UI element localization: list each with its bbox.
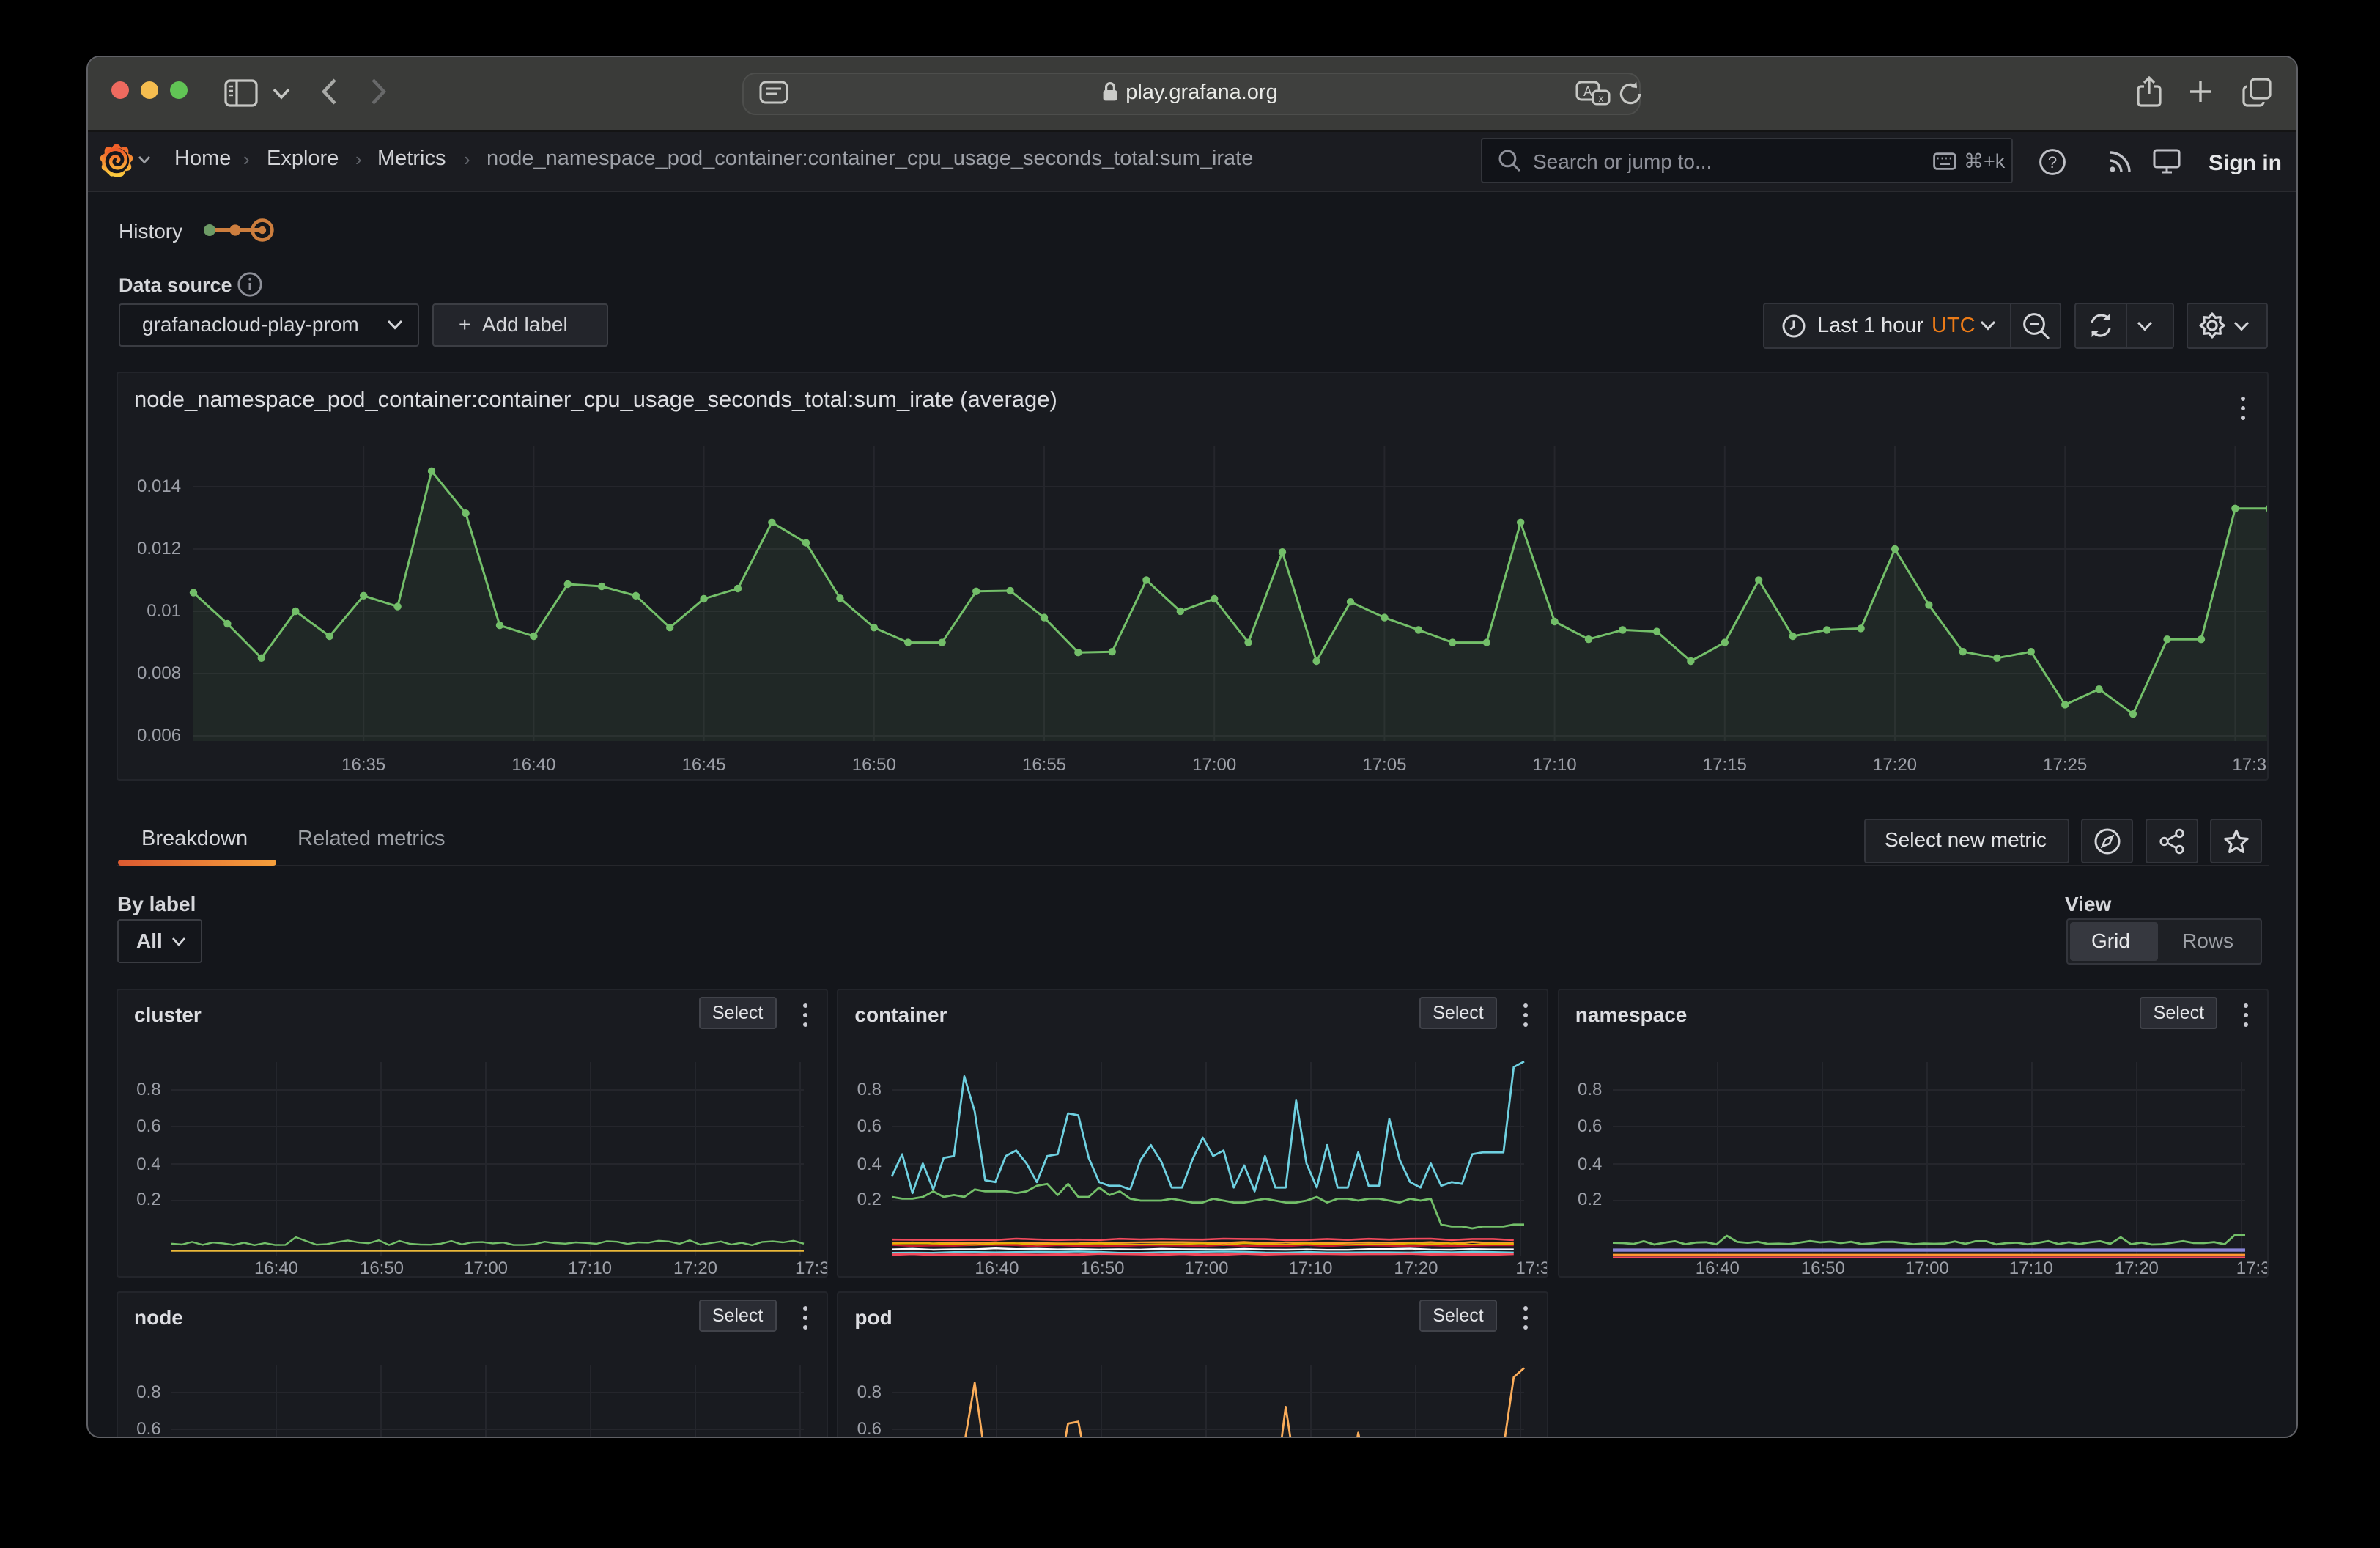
svg-text:x: x	[1599, 92, 1604, 104]
svg-text:?: ?	[2048, 153, 2057, 172]
svg-text:A: A	[1583, 84, 1592, 99]
